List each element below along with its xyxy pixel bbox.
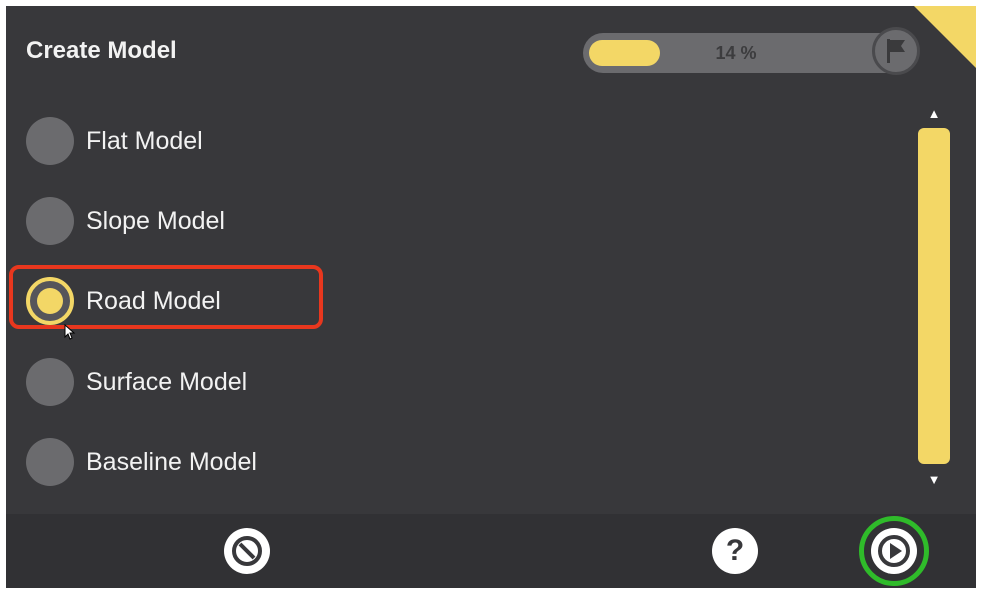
progress-text: 14 %: [715, 43, 757, 63]
help-icon: ?: [725, 534, 745, 567]
option-slope-model[interactable]: Slope Model: [26, 195, 326, 247]
option-flat-model[interactable]: Flat Model: [26, 115, 326, 167]
mouse-cursor-icon: [64, 324, 76, 340]
scroll-down-arrow-icon[interactable]: ▼: [922, 472, 946, 487]
option-label: Slope Model: [86, 206, 225, 235]
option-road-model[interactable]: Road Model: [26, 275, 326, 327]
radio-button[interactable]: [26, 117, 74, 165]
option-label: Flat Model: [86, 126, 203, 155]
option-label: Road Model: [86, 286, 221, 315]
radio-button[interactable]: [26, 197, 74, 245]
option-baseline-model[interactable]: Baseline Model: [26, 436, 326, 488]
cancel-icon: [232, 536, 262, 566]
cancel-button[interactable]: [224, 528, 270, 574]
page-title: Create Model: [26, 37, 177, 64]
bottom-toolbar: [6, 514, 976, 588]
create-model-screen: Create Model 14 % Flat Model Slope Model…: [6, 6, 976, 588]
scrollbar-thumb[interactable]: [918, 128, 950, 464]
scroll-up-arrow-icon[interactable]: ▲: [922, 106, 946, 121]
radio-button-selected[interactable]: [26, 277, 74, 325]
progress-bar: 14 %: [583, 33, 919, 73]
corner-tab[interactable]: [914, 6, 976, 68]
finish-flag-button[interactable]: [872, 27, 920, 75]
radio-dot: [37, 288, 63, 314]
play-icon: [878, 535, 910, 567]
help-button[interactable]: ?: [712, 528, 758, 574]
option-surface-model[interactable]: Surface Model: [26, 356, 326, 408]
radio-button[interactable]: [26, 358, 74, 406]
next-button[interactable]: [871, 528, 917, 574]
next-button-highlight: [859, 516, 929, 586]
radio-button[interactable]: [26, 438, 74, 486]
option-label: Surface Model: [86, 367, 248, 396]
option-label: Baseline Model: [86, 447, 257, 476]
flag-icon: [887, 39, 905, 63]
